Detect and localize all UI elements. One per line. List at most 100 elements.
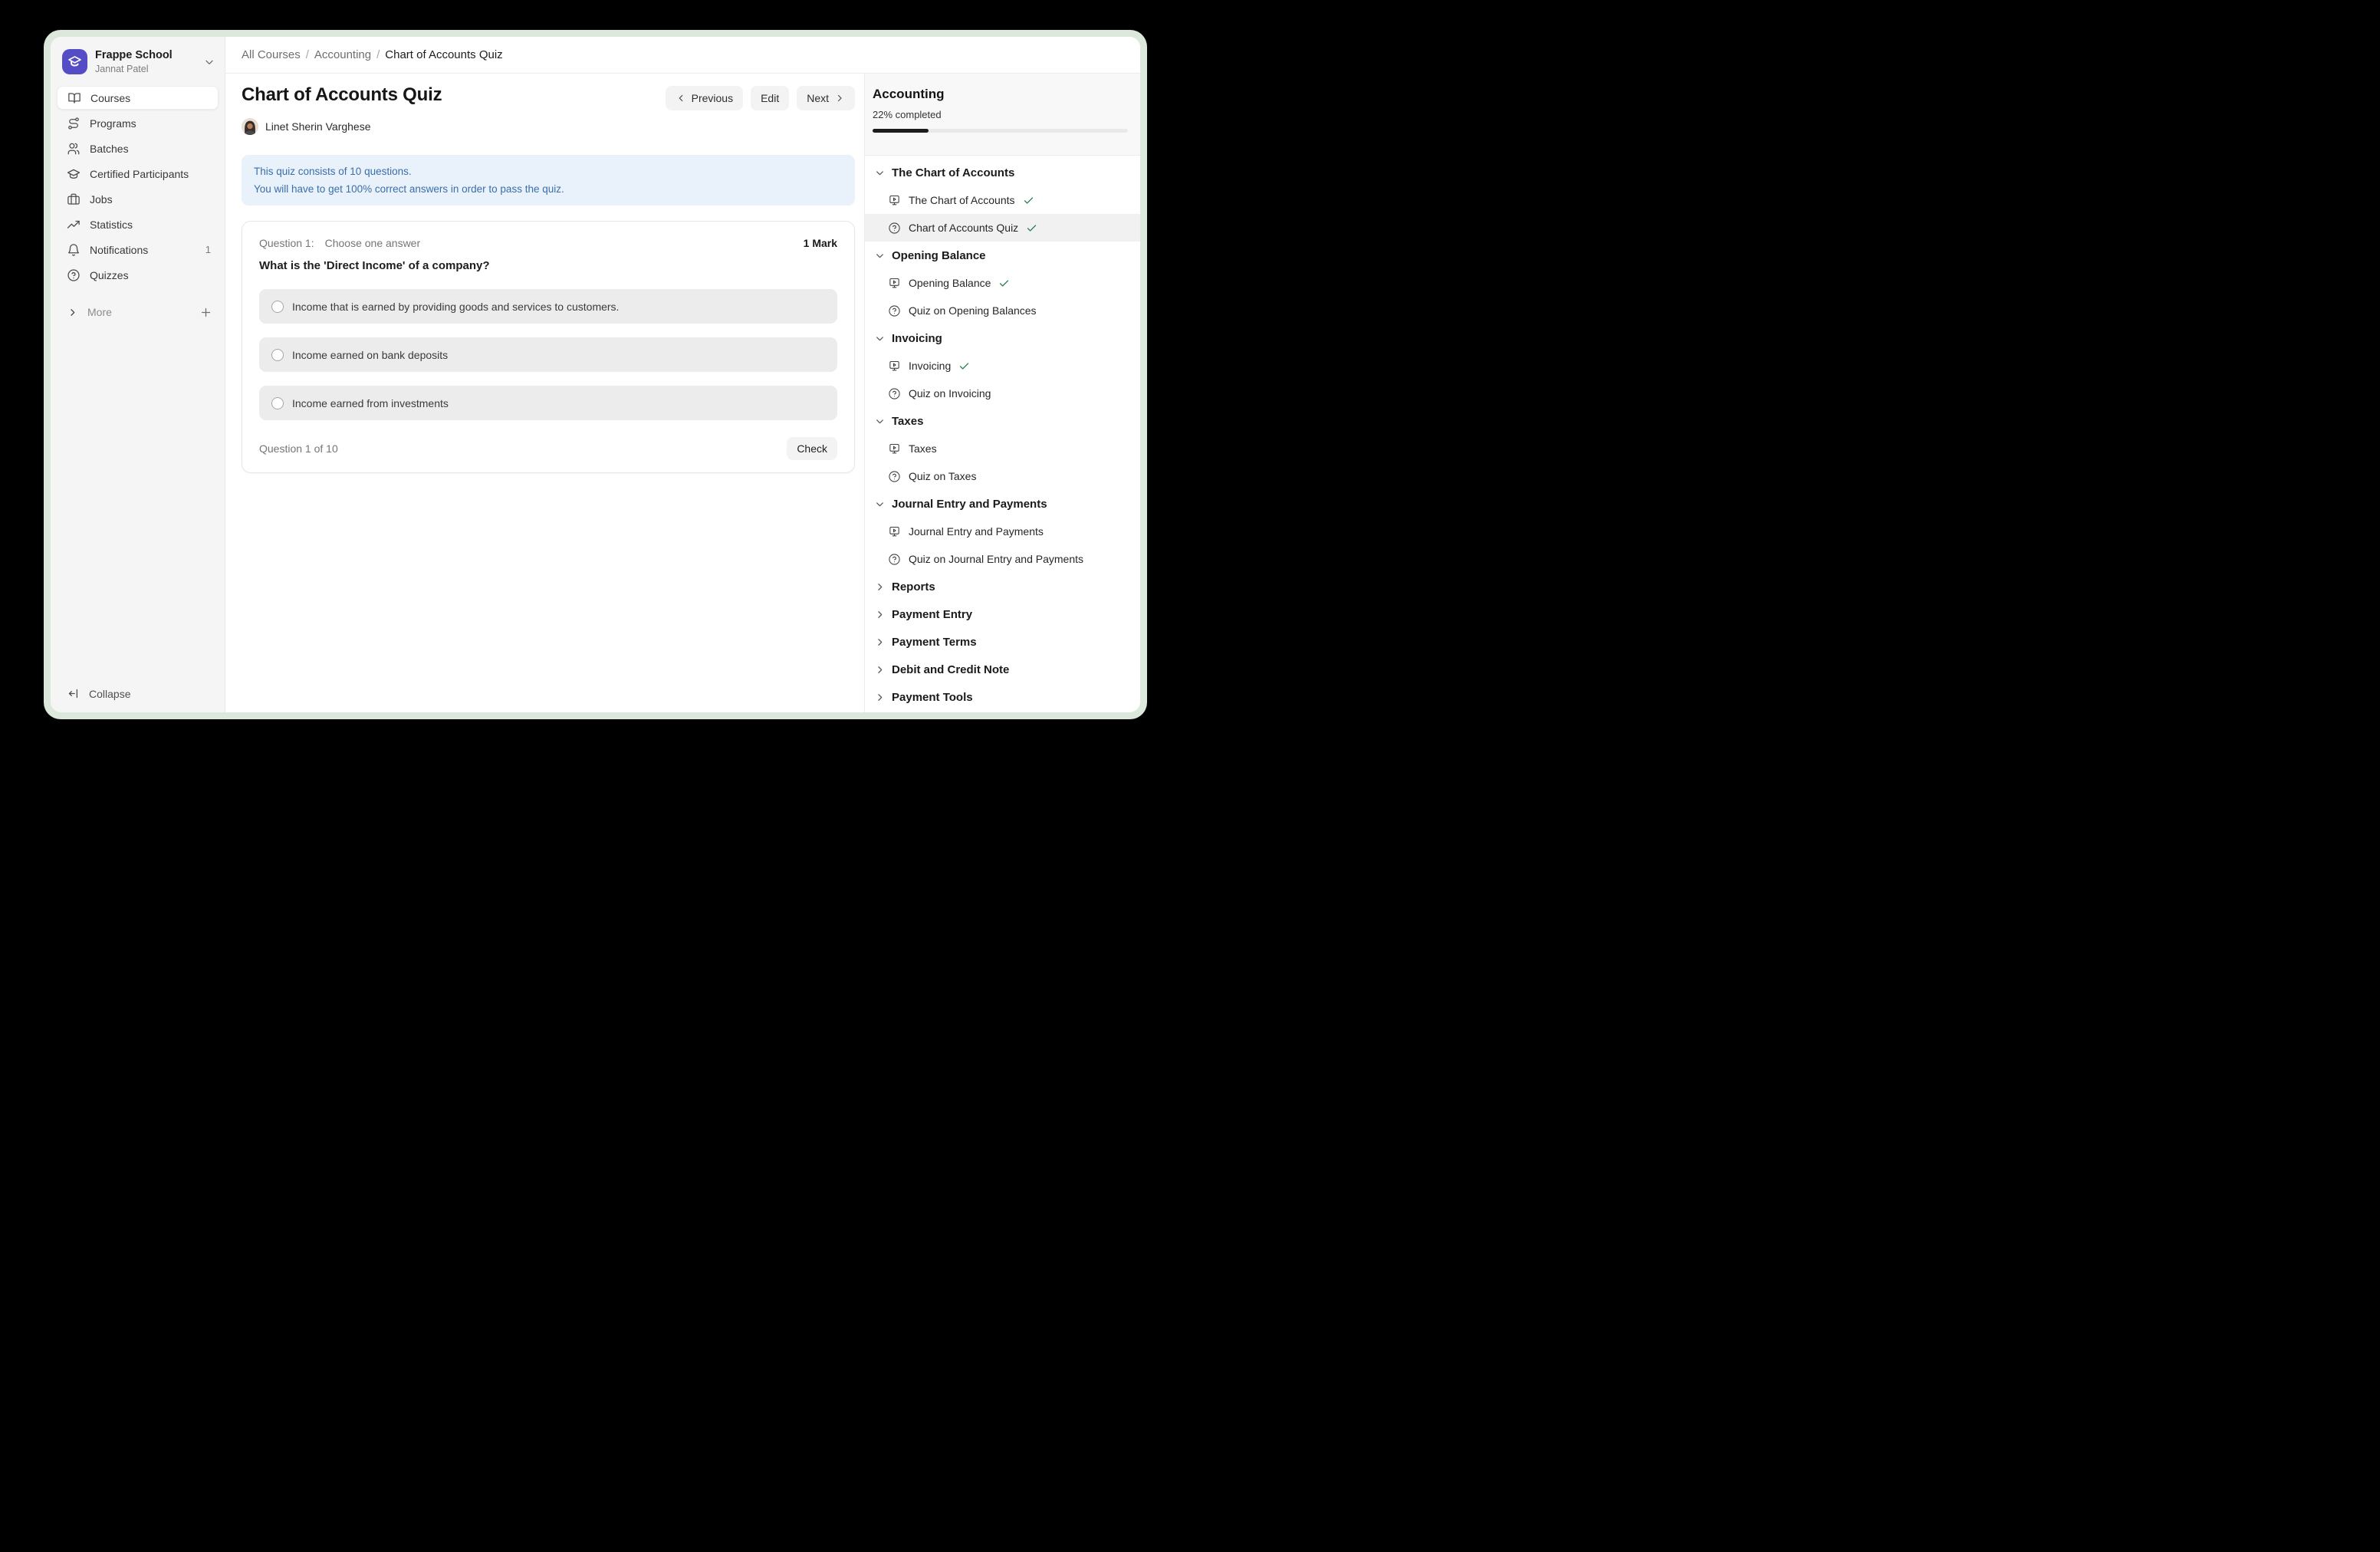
sidebar-item-statistics[interactable]: Statistics — [57, 212, 219, 236]
chevron-down-icon — [874, 416, 886, 427]
outline-section-payment-terms[interactable]: Payment Terms — [865, 628, 1140, 656]
chevron-right-icon — [874, 636, 886, 648]
collapse-sidebar-button[interactable]: Collapse — [51, 687, 225, 712]
school-name: Frappe School — [95, 48, 196, 63]
edit-button[interactable]: Edit — [751, 86, 789, 110]
check-icon — [958, 360, 970, 372]
outline-section-invoicing[interactable]: Invoicing — [865, 324, 1140, 352]
outline-section-reports[interactable]: Reports — [865, 573, 1140, 600]
help-circle-icon — [888, 304, 901, 317]
outline-section-taxes[interactable]: Taxes — [865, 407, 1140, 435]
outline-item-label: Chart of Accounts Quiz — [909, 222, 1018, 234]
radio-button[interactable] — [271, 301, 284, 313]
help-circle-icon — [888, 387, 901, 400]
outline-item-quiz-on-invoicing[interactable]: Quiz on Invoicing — [865, 380, 1140, 407]
plus-icon[interactable] — [199, 306, 212, 319]
outline-section-payment-tools[interactable]: Payment Tools — [865, 683, 1140, 711]
outline-item-label: Quiz on Taxes — [909, 470, 976, 482]
author-name: Linet Sherin Varghese — [265, 120, 371, 133]
course-outline-list: The Chart of Accounts The Chart of Accoun… — [865, 156, 1140, 712]
sidebar-item-courses[interactable]: Courses — [57, 86, 219, 110]
page-title: Chart of Accounts Quiz — [242, 84, 442, 106]
outline-item-invoicing[interactable]: Invoicing — [865, 352, 1140, 380]
users-icon — [67, 142, 81, 156]
sidebar-item-batches[interactable]: Batches — [57, 136, 219, 160]
left-sidebar: Frappe School Jannat Patel Courses Progra… — [51, 37, 225, 712]
chevron-right-icon — [874, 692, 886, 703]
notice-line: This quiz consists of 10 questions. — [254, 163, 843, 180]
chevron-right-icon — [67, 307, 78, 318]
outline-item-label: The Chart of Accounts — [909, 194, 1015, 206]
main-content: Chart of Accounts Quiz Previous Edit — [225, 74, 864, 712]
outline-item-quiz-on-taxes[interactable]: Quiz on Taxes — [865, 462, 1140, 490]
collapse-icon — [67, 687, 81, 700]
answer-option-1[interactable]: Income that is earned by providing goods… — [259, 289, 837, 324]
check-icon — [1026, 222, 1037, 234]
sidebar-item-label: Notifications — [90, 244, 148, 256]
outline-section-opening-balance[interactable]: Opening Balance — [865, 242, 1140, 269]
course-outline-panel: Accounting 22% completed The Chart of Ac… — [864, 74, 1140, 712]
outline-section-journal-entry-and-payments[interactable]: Journal Entry and Payments — [865, 490, 1140, 518]
outline-section-title: Debit and Credit Note — [892, 663, 1009, 676]
monitor-play-icon — [888, 277, 901, 290]
workspace-switcher[interactable]: Frappe School Jannat Patel — [51, 37, 225, 84]
outline-section-the-chart-of-accounts[interactable]: The Chart of Accounts — [865, 159, 1140, 186]
sidebar-item-programs[interactable]: Programs — [57, 111, 219, 135]
outline-item-taxes[interactable]: Taxes — [865, 435, 1140, 462]
outline-item-label: Opening Balance — [909, 277, 991, 289]
monitor-play-icon — [888, 194, 901, 207]
sidebar-item-jobs[interactable]: Jobs — [57, 187, 219, 211]
sidebar-item-more[interactable]: More — [67, 301, 212, 324]
monitor-play-icon — [888, 525, 901, 538]
answer-option-label: Income that is earned by providing goods… — [292, 301, 619, 313]
next-button[interactable]: Next — [797, 86, 855, 110]
radio-button[interactable] — [271, 397, 284, 409]
sidebar-item-certified-participants[interactable]: Certified Participants — [57, 162, 219, 186]
answer-option-3[interactable]: Income earned from investments — [259, 386, 837, 420]
outline-item-quiz-on-journal-entry-and-payments[interactable]: Quiz on Journal Entry and Payments — [865, 545, 1140, 573]
question-instruction: Choose one answer — [325, 237, 421, 249]
chevron-down-icon — [203, 56, 215, 68]
outline-item-the-chart-of-accounts[interactable]: The Chart of Accounts — [865, 186, 1140, 214]
app-window: Frappe School Jannat Patel Courses Progra… — [44, 30, 1147, 719]
check-icon — [998, 278, 1010, 289]
sidebar-item-quizzes[interactable]: Quizzes — [57, 263, 219, 287]
outline-item-journal-entry-and-payments[interactable]: Journal Entry and Payments — [865, 518, 1140, 545]
question-card: Question 1: Choose one answer 1 Mark Wha… — [242, 221, 855, 473]
outline-section-title: Reports — [892, 580, 935, 594]
chevron-left-icon — [676, 93, 686, 104]
sidebar-item-notifications[interactable]: Notifications1 — [57, 238, 219, 261]
collapse-label: Collapse — [89, 688, 130, 700]
previous-button[interactable]: Previous — [666, 86, 743, 110]
radio-button[interactable] — [271, 349, 284, 361]
toolbar: Previous Edit Next — [666, 86, 855, 110]
author-avatar — [242, 118, 258, 135]
outline-section-debit-and-credit-note[interactable]: Debit and Credit Note — [865, 656, 1140, 683]
outline-section-title: Payment Entry — [892, 608, 972, 621]
sidebar-item-label: Courses — [90, 92, 130, 104]
outline-item-quiz-on-opening-balances[interactable]: Quiz on Opening Balances — [865, 297, 1140, 324]
chevron-down-icon — [874, 250, 886, 261]
sidebar-nav: Courses ProgramsBatchesCertified Particip… — [51, 84, 225, 288]
outline-item-label: Quiz on Opening Balances — [909, 304, 1037, 317]
outline-section-title: Invoicing — [892, 332, 942, 345]
chevron-right-icon — [874, 664, 886, 676]
trending-up-icon — [67, 218, 81, 232]
course-outline-header: Accounting 22% completed — [865, 74, 1140, 156]
outline-item-label: Invoicing — [909, 360, 951, 372]
breadcrumb-accounting[interactable]: Accounting — [314, 48, 371, 61]
check-button[interactable]: Check — [787, 437, 837, 460]
breadcrumb: All Courses / Accounting / Chart of Acco… — [225, 37, 1140, 74]
answer-option-2[interactable]: Income earned on bank deposits — [259, 337, 837, 372]
outline-item-opening-balance[interactable]: Opening Balance — [865, 269, 1140, 297]
outline-section-payment-entry[interactable]: Payment Entry — [865, 600, 1140, 628]
outline-item-label: Quiz on Journal Entry and Payments — [909, 553, 1083, 565]
outline-item-chart-of-accounts-quiz[interactable]: Chart of Accounts Quiz — [865, 214, 1140, 242]
outline-item-label: Journal Entry and Payments — [909, 525, 1044, 538]
briefcase-icon — [67, 192, 81, 206]
question-number-label: Question 1: — [259, 237, 314, 249]
breadcrumb-all-courses[interactable]: All Courses — [242, 48, 301, 61]
breadcrumb-current: Chart of Accounts Quiz — [385, 48, 502, 61]
help-circle-icon — [888, 553, 901, 566]
book-open-icon — [67, 91, 81, 105]
